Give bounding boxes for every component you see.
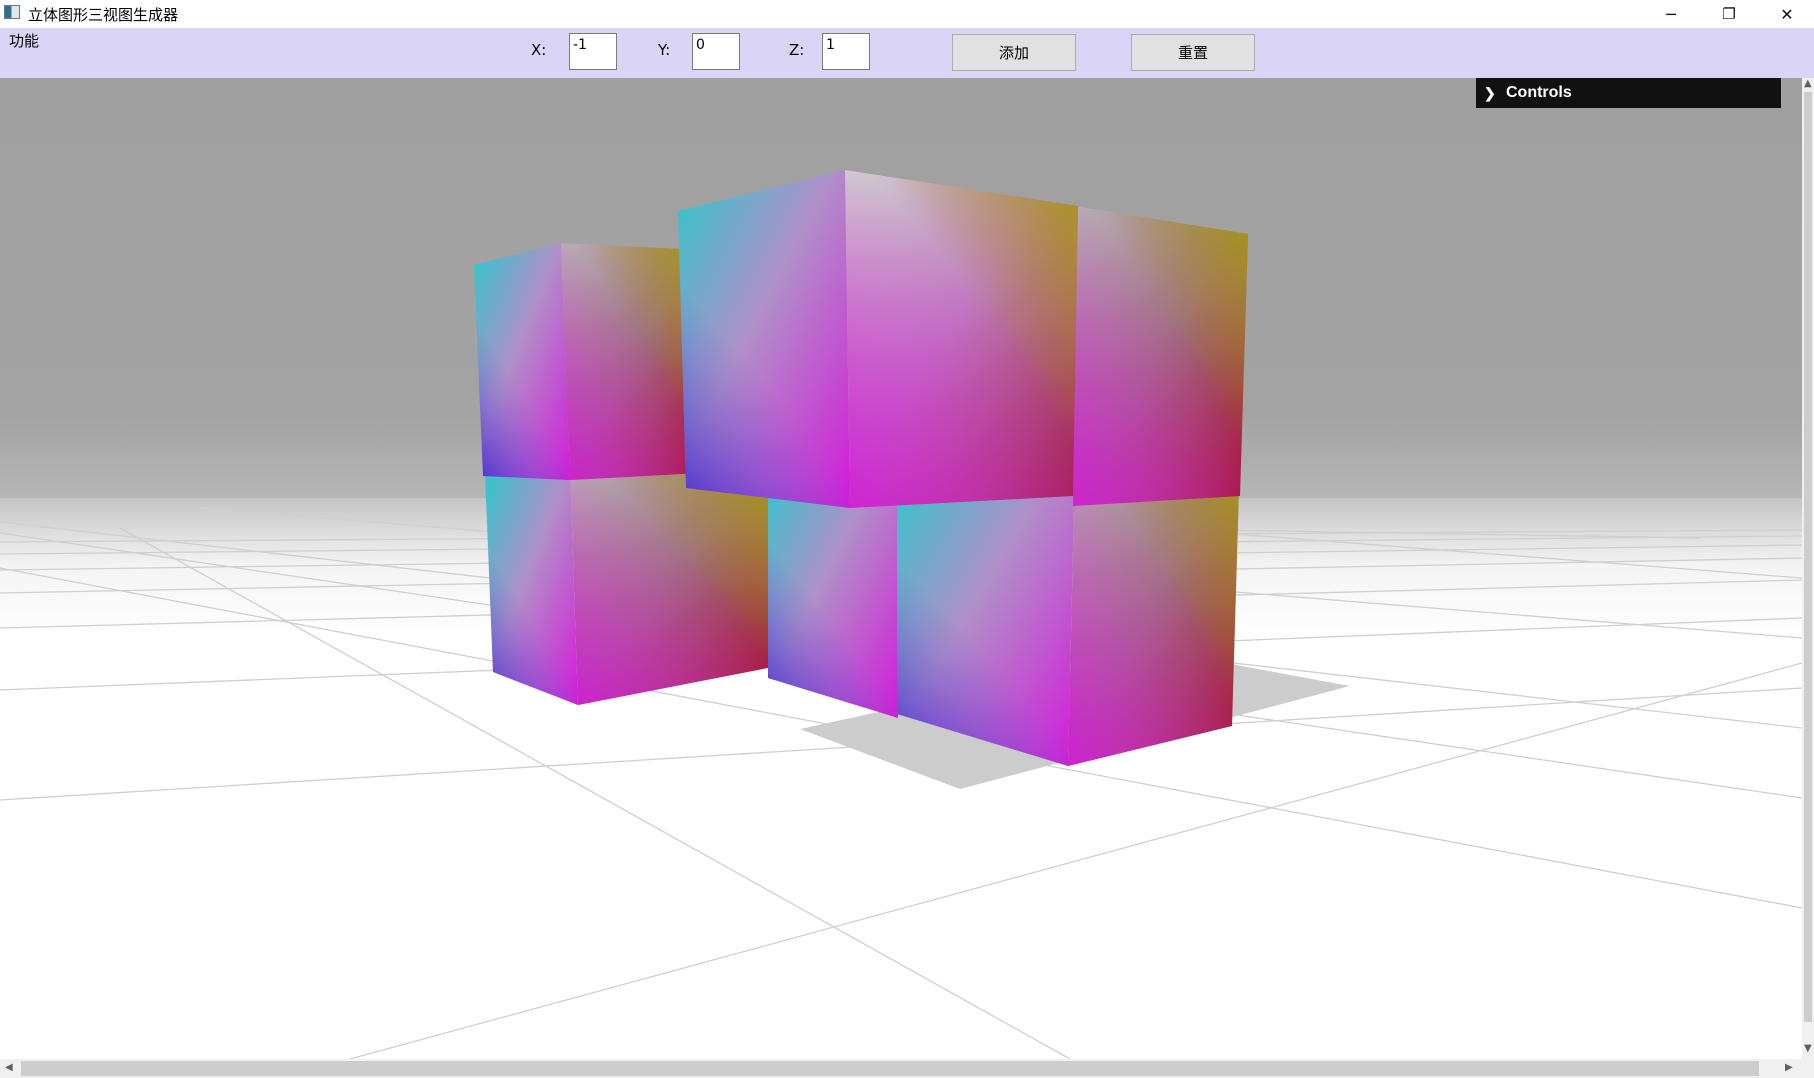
cube-top-right [1073,206,1248,506]
x-label: X: [531,41,547,59]
reset-button[interactable]: 重置 [1131,34,1255,71]
add-button[interactable]: 添加 [952,34,1076,71]
toolbar: 功能 X: Y: Z: 添加 重置 [0,28,1814,78]
vertical-scrollbar[interactable]: ▲ ▼ [1802,78,1814,1059]
scrollbar-corner [1802,1059,1814,1078]
menu-function[interactable]: 功能 [9,30,39,51]
maximize-button[interactable]: ❐ [1700,0,1758,28]
chevron-right-icon: ❯ [1484,84,1496,101]
controls-panel-toggle[interactable]: ❯ Controls [1476,78,1781,108]
3d-scene[interactable] [0,78,1802,1059]
cube-top-big [678,170,1078,508]
app-icon [4,5,20,19]
controls-label: Controls [1506,84,1572,101]
z-label: Z: [789,41,805,59]
scroll-left-arrow[interactable]: ◀ [5,1062,13,1073]
cube-bottom-left [485,462,768,705]
scroll-right-arrow[interactable]: ▶ [1785,1062,1793,1073]
cube-top-left [474,243,700,480]
scroll-up-arrow[interactable]: ▲ [1804,78,1812,89]
title-bar: 立体图形三视图生成器 ─ ❐ ✕ [0,0,1814,28]
y-label: Y: [658,41,671,59]
x-input[interactable] [569,33,617,70]
scroll-down-arrow[interactable]: ▼ [1804,1043,1812,1054]
3d-viewport[interactable]: ❯ Controls [0,78,1802,1059]
minimize-button[interactable]: ─ [1642,0,1700,28]
horizontal-scrollbar[interactable]: ◀ ▶ [0,1059,1802,1078]
y-input[interactable] [692,33,740,70]
window-title: 立体图形三视图生成器 [28,6,179,24]
vertical-scroll-thumb[interactable] [1804,92,1812,1022]
horizontal-scroll-thumb[interactable] [21,1061,1759,1076]
close-button[interactable]: ✕ [1758,0,1814,28]
z-input[interactable] [822,33,870,70]
